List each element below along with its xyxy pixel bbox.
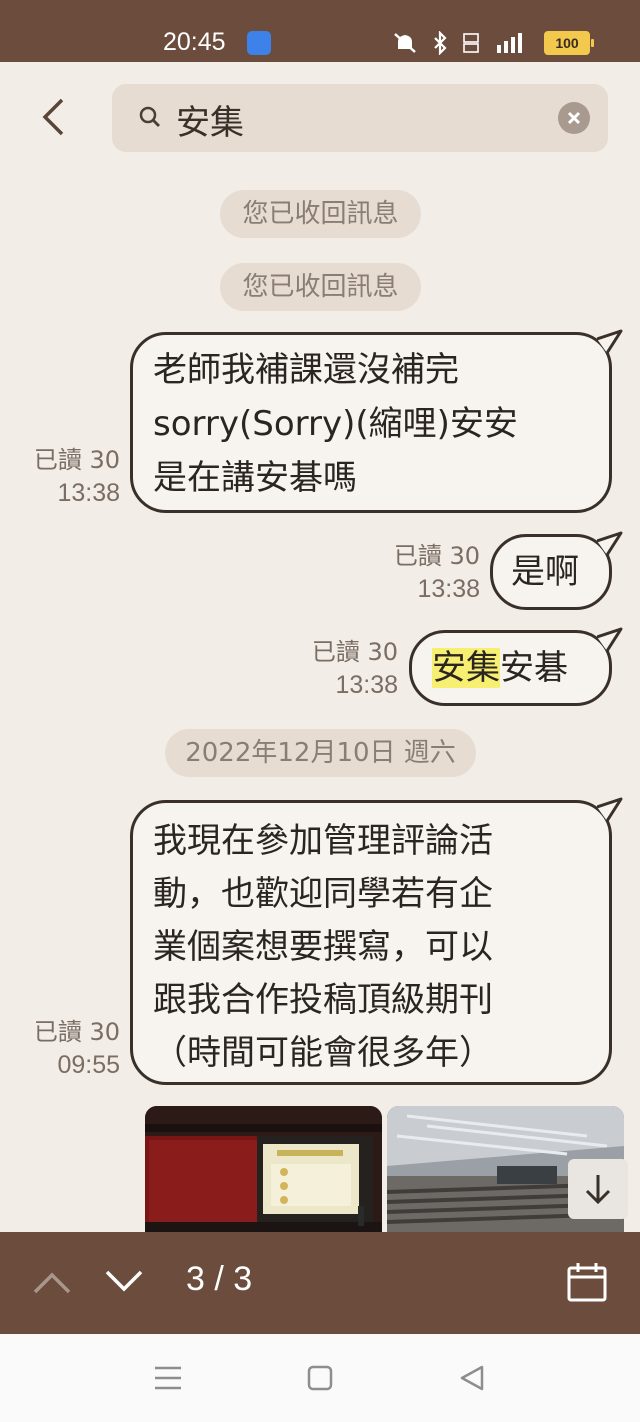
message-meta: 已讀 30 13:38 [360, 540, 480, 606]
close-icon [567, 111, 581, 125]
bubble-tail [597, 627, 623, 652]
system-message: 您已收回訊息 [220, 190, 421, 238]
message-text-line: 動，也歡迎同學若有企 [153, 874, 493, 914]
arrow-down-icon [585, 1175, 611, 1205]
chevron-up-icon [33, 1272, 71, 1294]
message-text-line: 跟我合作投稿頂級期刊 [153, 980, 493, 1020]
conference-stage-image [145, 1106, 382, 1232]
message-text-line: 是在講安碁嗎 [153, 458, 357, 498]
message-time: 09:55 [57, 1051, 120, 1079]
message-meta: 已讀 30 09:55 [0, 1016, 120, 1082]
clear-search-button[interactable] [558, 102, 590, 134]
message-time: 13:38 [417, 575, 480, 603]
message-text-line: sorry(Sorry)(縮哩)安安 [153, 404, 518, 444]
message-text-line: （時間可能會很多年） [153, 1033, 493, 1073]
message-meta: 已讀 30 13:38 [0, 444, 120, 510]
message-bubble[interactable]: 我現在參加管理評論活 動，也歡迎同學若有企 業個案想要撰寫，可以 跟我合作投稿頂… [130, 797, 623, 1085]
search-match-highlight: 安集 [432, 648, 500, 688]
message-bubble[interactable]: 老師我補課還沒補完 sorry(Sorry)(縮哩)安安 是在講安碁嗎 [130, 329, 623, 513]
square-icon [307, 1365, 333, 1391]
recent-apps-button[interactable] [152, 1362, 184, 1398]
previous-result-button[interactable] [32, 1266, 72, 1300]
status-icons: 100 [392, 28, 594, 58]
message-text-line: 我現在參加管理評論活 [153, 821, 493, 861]
chevron-left-icon [42, 98, 64, 136]
bubble-tail [597, 531, 623, 556]
read-receipt: 已讀 30 [393, 542, 480, 570]
message-time: 13:38 [335, 671, 398, 699]
message-bubble[interactable]: 安集安碁 [409, 627, 623, 706]
search-header [0, 62, 640, 182]
home-button[interactable] [304, 1362, 336, 1398]
message-meta: 已讀 30 13:38 [278, 636, 398, 702]
system-navigation-bar [0, 1334, 640, 1422]
date-separator: 2022年12月10日 週六 [165, 729, 476, 777]
search-box[interactable] [112, 84, 608, 152]
calendar-icon [567, 1263, 607, 1302]
triangle-back-icon [460, 1365, 484, 1391]
calendar-button[interactable] [566, 1261, 608, 1307]
menu-icon [155, 1366, 181, 1390]
mute-icon [394, 33, 416, 53]
message-text-line: 是啊 [511, 552, 579, 592]
message-bubble[interactable]: 是啊 [490, 531, 623, 610]
volte-icon [463, 33, 479, 53]
bubble-tail [597, 329, 623, 354]
signal-icon [497, 33, 522, 53]
message-text-line: 業個案想要撰寫，可以 [153, 927, 493, 967]
status-bar: 20:45 100 [0, 0, 640, 62]
search-results-toolbar: 3 / 3 [0, 1232, 640, 1334]
photo-thumbnail[interactable] [145, 1106, 382, 1232]
next-result-button[interactable] [104, 1266, 144, 1300]
search-input[interactable] [174, 94, 538, 144]
chevron-down-icon [105, 1270, 143, 1292]
read-receipt: 已讀 30 [311, 638, 398, 666]
message-text: 安碁 [500, 648, 568, 688]
photo-attachments [145, 1106, 625, 1232]
back-button[interactable] [28, 92, 78, 142]
message-time: 13:38 [57, 479, 120, 507]
app-notification-icon [247, 31, 271, 55]
scroll-to-bottom-button[interactable] [568, 1159, 628, 1219]
read-receipt: 已讀 30 [33, 1018, 120, 1046]
back-nav-button[interactable] [456, 1362, 488, 1398]
read-receipt: 已讀 30 [33, 446, 120, 474]
status-time: 20:45 [163, 28, 226, 56]
system-message: 您已收回訊息 [220, 263, 421, 311]
message-text-line: 老師我補課還沒補完 [153, 350, 459, 390]
search-icon [139, 106, 160, 127]
battery-icon: 100 [544, 31, 594, 55]
bubble-tail [597, 797, 623, 822]
search-result-counter: 3 / 3 [186, 1260, 253, 1298]
bluetooth-icon [434, 31, 447, 55]
